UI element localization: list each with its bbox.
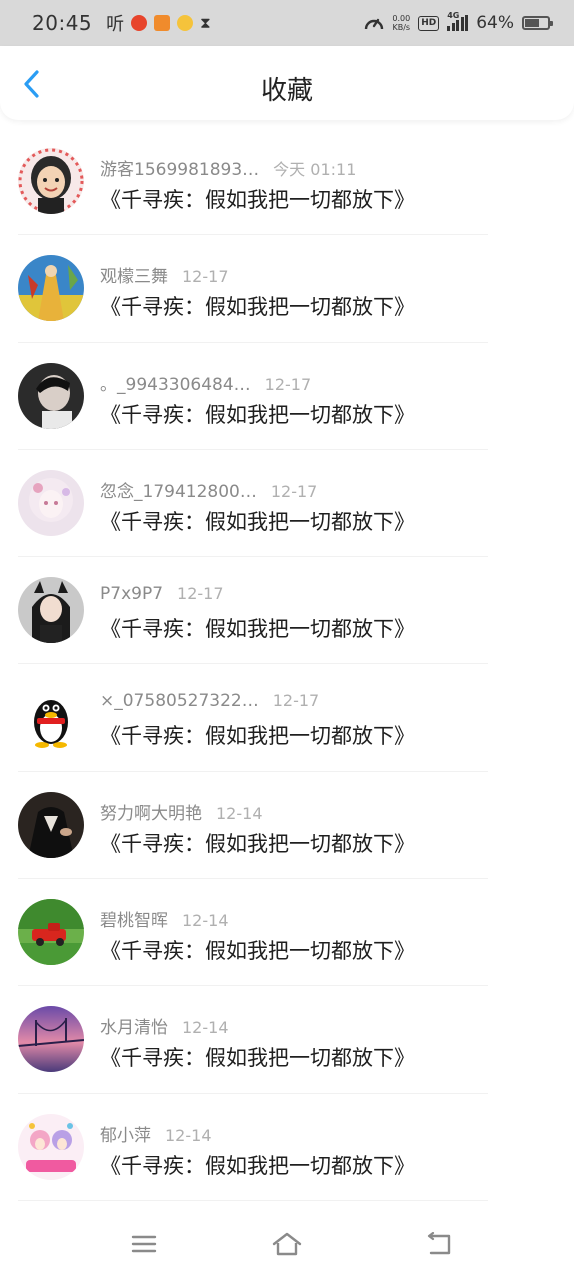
favorite-item[interactable]: 努力啊大明艳 12-14 《千寻疾：假如我把一切都放下》 xyxy=(0,772,574,880)
timestamp: 12-17 xyxy=(177,584,224,604)
network-speed: 0.00 KB/s xyxy=(392,14,410,32)
favorite-item[interactable]: 水月清怡 12-14 《千寻疾：假如我把一切都放下》 xyxy=(0,986,574,1094)
system-nav-bar xyxy=(0,1208,574,1280)
network-speed-unit: KB/s xyxy=(392,23,411,32)
avatar[interactable] xyxy=(18,791,84,858)
favorite-title[interactable]: 《千寻疾：假如我把一切都放下》 xyxy=(100,1042,415,1072)
status-bar: 20:45 听 ⧗ 0.00 KB/s HD 4G 64% xyxy=(0,0,574,46)
username[interactable]: ×_07580527322… xyxy=(100,691,259,711)
ting-app-icon: 听 xyxy=(106,14,125,35)
divider xyxy=(18,1199,488,1201)
back-nav-icon xyxy=(427,1232,451,1255)
favorite-title[interactable]: 《千寻疾：假如我把一切都放下》 xyxy=(100,1150,415,1180)
page-header: 收藏 xyxy=(0,46,574,120)
hd-badge: HD xyxy=(418,15,440,31)
home-button[interactable] xyxy=(267,1224,307,1264)
username[interactable]: 忽念_179412800… xyxy=(100,477,257,502)
timestamp: 12-17 xyxy=(264,374,312,394)
back-nav-button[interactable] xyxy=(418,1224,458,1264)
username[interactable]: 郁小萍 xyxy=(100,1121,151,1146)
favorite-title[interactable]: 《千寻疾：假如我把一切都放下》 xyxy=(100,184,415,214)
battery-icon xyxy=(522,16,553,30)
favorite-title[interactable]: 《千寻疾：假如我把一切都放下》 xyxy=(100,291,415,321)
username[interactable]: 碧桃智晖 xyxy=(100,906,168,931)
avatar[interactable] xyxy=(18,1006,84,1073)
timestamp: 12-17 xyxy=(182,267,229,287)
favorite-item[interactable]: 游客1569981893… 今天 01:11 《千寻疾：假如我把一切都放下》 xyxy=(0,128,574,236)
avatar[interactable] xyxy=(18,469,84,536)
username[interactable]: 努力啊大明艳 xyxy=(100,799,202,824)
favorite-item[interactable]: 碧桃智晖 12-14 《千寻疾：假如我把一切都放下》 xyxy=(0,879,574,987)
favorite-item[interactable]: 忽念_179412800… 12-17 《千寻疾：假如我把一切都放下》 xyxy=(0,450,574,558)
avatar[interactable] xyxy=(18,684,84,751)
favorite-item[interactable]: 。_9943306484… 12-17 《千寻疾：假如我把一切都放下》 xyxy=(0,343,574,450)
avatar[interactable] xyxy=(18,1113,84,1180)
timestamp: 12-14 xyxy=(182,1018,229,1038)
favorite-item[interactable]: 郁小萍 12-14 《千寻疾：假如我把一切都放下》 xyxy=(0,1094,574,1201)
username[interactable]: 观檬三舞 xyxy=(100,262,168,287)
page-title: 收藏 xyxy=(260,76,313,106)
timestamp: 12-17 xyxy=(270,481,318,501)
favorite-title[interactable]: 《千寻疾：假如我把一切都放下》 xyxy=(100,613,415,643)
menu-button[interactable] xyxy=(124,1224,164,1264)
hourglass-icon: ⧗ xyxy=(200,14,211,32)
favorite-title[interactable]: 《千寻疾：假如我把一切都放下》 xyxy=(100,935,415,965)
timestamp: 12-17 xyxy=(272,691,320,711)
status-notification-icons: 听 ⧗ xyxy=(106,10,211,36)
username[interactable]: 游客1569981893… xyxy=(100,155,259,180)
status-time: 20:45 xyxy=(32,11,93,35)
avatar[interactable] xyxy=(18,577,84,644)
favorite-title[interactable]: 《千寻疾：假如我把一切都放下》 xyxy=(100,720,415,750)
avatar[interactable] xyxy=(18,255,84,322)
timestamp: 12-14 xyxy=(182,911,229,931)
avatar[interactable] xyxy=(18,362,84,429)
avatar[interactable] xyxy=(18,148,84,214)
favorites-list: 游客1569981893… 今天 01:11 《千寻疾：假如我把一切都放下》 观… xyxy=(0,128,574,1201)
timestamp: 12-14 xyxy=(216,803,263,823)
favorite-title[interactable]: 《千寻疾：假如我把一切都放下》 xyxy=(100,399,415,429)
username[interactable]: 水月清怡 xyxy=(100,1013,168,1038)
signal-icon: 4G xyxy=(447,11,469,31)
home-icon xyxy=(272,1232,302,1256)
network-type: 4G xyxy=(447,11,460,20)
avatar[interactable] xyxy=(18,899,84,966)
app-notification-icon xyxy=(154,15,171,31)
timestamp: 今天 01:11 xyxy=(273,160,357,179)
menu-icon xyxy=(131,1235,157,1253)
favorite-item[interactable]: ×_07580527322… 12-17 《千寻疾：假如我把一切都放下》 xyxy=(0,664,574,772)
network-speed-value: 0.00 xyxy=(392,14,411,23)
username[interactable]: P7x9P7 xyxy=(100,584,163,604)
battery-percentage: 64% xyxy=(476,13,514,33)
weibo-icon xyxy=(131,15,148,31)
favorite-item[interactable]: P7x9P7 12-17 《千寻疾：假如我把一切都放下》 xyxy=(0,557,574,665)
favorite-item[interactable]: 观檬三舞 12-17 《千寻疾：假如我把一切都放下》 xyxy=(0,235,574,343)
favorite-title[interactable]: 《千寻疾：假如我把一切都放下》 xyxy=(100,828,415,858)
favorite-title[interactable]: 《千寻疾：假如我把一切都放下》 xyxy=(100,506,415,536)
timestamp: 12-14 xyxy=(165,1125,212,1145)
emoji-app-icon xyxy=(177,15,194,31)
username[interactable]: 。_9943306484… xyxy=(100,370,251,395)
speed-gauge-icon xyxy=(365,18,384,30)
